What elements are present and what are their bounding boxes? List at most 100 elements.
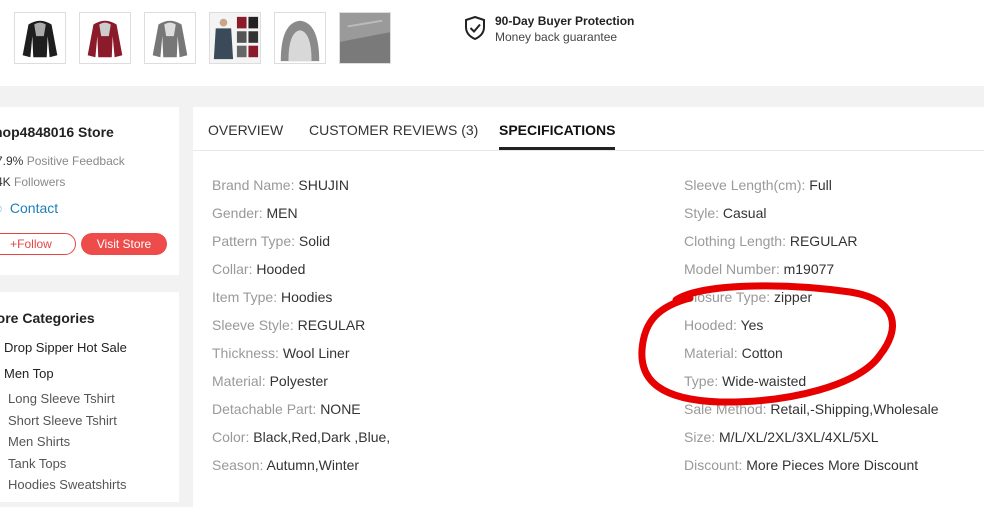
spec-value: SHUJIN [298,177,349,193]
spec-row: Style: Casual [684,205,767,221]
model-hoodie-collage-thumbnail[interactable] [209,12,261,64]
spec-key: Item Type: [212,289,278,305]
spec-value: Cotton [741,345,783,361]
store-name[interactable]: hop4848016 Store [0,124,114,140]
spec-key: Sleeve Length(cm): [684,177,806,193]
red-hoodie-image [80,13,130,63]
spec-row: Sale Method: Retail,-Shipping,Wholesale [684,401,938,417]
spec-key: Brand Name: [212,177,295,193]
black-hoodie-thumbnail[interactable] [14,12,66,64]
fabric-detail-image [340,13,390,63]
store-followers: 4K Followers [0,175,65,189]
details-tab-bar: OVERVIEW CUSTOMER REVIEWS (3) SPECIFICAT… [193,107,984,151]
category-item-hoodies-sweatshirts[interactable]: Hoodies Sweatshirts [8,477,127,492]
spec-value: M/L/XL/2XL/3XL/4XL/5XL [719,429,879,445]
spec-row: Detachable Part: NONE [212,401,361,417]
tab-specifications[interactable]: SPECIFICATIONS [499,122,615,138]
product-image-bar: 90-Day Buyer Protection Money back guara… [0,0,984,86]
spec-value: Casual [722,205,767,221]
spec-value: Solid [298,233,331,249]
spec-row: Brand Name: SHUJIN [212,177,349,193]
protection-subtitle: Money back guarantee [495,30,618,44]
spec-key: Material: [684,345,738,361]
spec-key: Hooded: [684,317,737,333]
spec-key: Season: [212,457,264,473]
spec-value: zipper [774,289,813,305]
spec-row: Sleeve Length(cm): Full [684,177,832,193]
spec-key: Discount: [684,457,743,473]
spec-row: Color: Black,Red,Dark ,Blue, [212,429,390,445]
category-item-drop-sipper-hot-sale[interactable]: Drop Sipper Hot Sale [4,340,127,355]
spec-key: Sleeve Style: [212,317,294,333]
spec-key: Sale Method: [684,401,767,417]
spec-key: Collar: [212,261,253,277]
spec-key: Color: [212,429,250,445]
spec-value: Retail,-Shipping,Wholesale [770,401,939,417]
protection-title: 90-Day Buyer Protection [495,14,635,28]
visit-store-button[interactable]: Visit Store [81,233,167,255]
follow-button[interactable]: +Follow [0,233,76,255]
spec-key: Clothing Length: [684,233,786,249]
store-feedback: 7.9% Positive Feedback [0,154,125,168]
spec-row: Material: Cotton [684,345,783,361]
spec-value: Yes [740,317,764,333]
spec-row: Pattern Type: Solid [212,233,330,249]
spec-value: Wide-waisted [722,373,807,389]
contact-label: Contact [9,200,59,216]
feedback-label: Positive Feedback [26,154,125,168]
spec-row: Type: Wide-waisted [684,373,806,389]
spec-key: Style: [684,205,720,221]
spec-key: Type: [684,373,719,389]
contact-link[interactable]: ◌ Contact [0,200,58,216]
spec-key: Detachable Part: [212,401,317,417]
red-hoodie-thumbnail[interactable] [79,12,131,64]
model-collage-image [210,13,260,63]
category-item-men-top[interactable]: Men Top [4,366,54,381]
shield-check-icon [465,16,485,40]
black-hoodie-image [15,13,65,63]
spec-row: Size: M/L/XL/2XL/3XL/4XL/5XL [684,429,879,445]
spec-value: Hoodies [281,289,333,305]
category-item-tank-tops[interactable]: Tank Tops [8,456,66,471]
tab-overview[interactable]: OVERVIEW [208,122,283,138]
spec-key: Gender: [212,205,263,221]
fabric-detail-thumbnail[interactable] [339,12,391,64]
spec-row: Material: Polyester [212,373,328,389]
spec-row: Collar: Hooded [212,261,305,277]
spec-row: Item Type: Hoodies [212,289,332,305]
store-info-card: hop4848016 Store 7.9% Positive Feedback … [0,107,179,275]
spec-row: Clothing Length: REGULAR [684,233,858,249]
gray-hoodie-thumbnail[interactable] [144,12,196,64]
spec-value: MEN [266,205,298,221]
category-item-short-sleeve-tshirt[interactable]: Short Sleeve Tshirt [8,413,117,428]
spec-value: Black,Red,Dark ,Blue, [253,429,391,445]
spec-value: m19077 [783,261,835,277]
spec-row: Hooded: Yes [684,317,763,333]
categories-title: tore Categories [0,310,95,326]
spec-key: Thickness: [212,345,279,361]
spec-value: Hooded [256,261,306,277]
spec-row: Season: Autumn,Winter [212,457,359,473]
hood-detail-thumbnail[interactable] [274,12,326,64]
spec-key: Model Number: [684,261,780,277]
category-item-men-shirts[interactable]: Men Shirts [8,434,70,449]
spec-row: Thickness: Wool Liner [212,345,349,361]
spec-key: Material: [212,373,266,389]
spec-value: REGULAR [297,317,366,333]
spec-row: Model Number: m19077 [684,261,834,277]
hood-detail-image [275,13,325,63]
spec-row: Discount: More Pieces More Discount [684,457,918,473]
spec-row: Closure Type: zipper [684,289,812,305]
spec-value: Polyester [269,373,328,389]
tab-customer-reviews[interactable]: CUSTOMER REVIEWS (3) [309,122,478,138]
spec-key: Closure Type: [684,289,771,305]
feedback-value: 7.9% [0,154,24,168]
spec-value: NONE [320,401,361,417]
spec-value: Wool Liner [282,345,350,361]
gray-hoodie-image [145,13,195,63]
spec-value: More Pieces More Discount [746,457,919,473]
store-categories-card: tore Categories Drop Sipper Hot Sale Men… [0,292,179,502]
spec-value: Full [809,177,832,193]
category-item-long-sleeve-tshirt[interactable]: Long Sleeve Tshirt [8,391,115,406]
spec-value: Autumn,Winter [266,457,360,473]
